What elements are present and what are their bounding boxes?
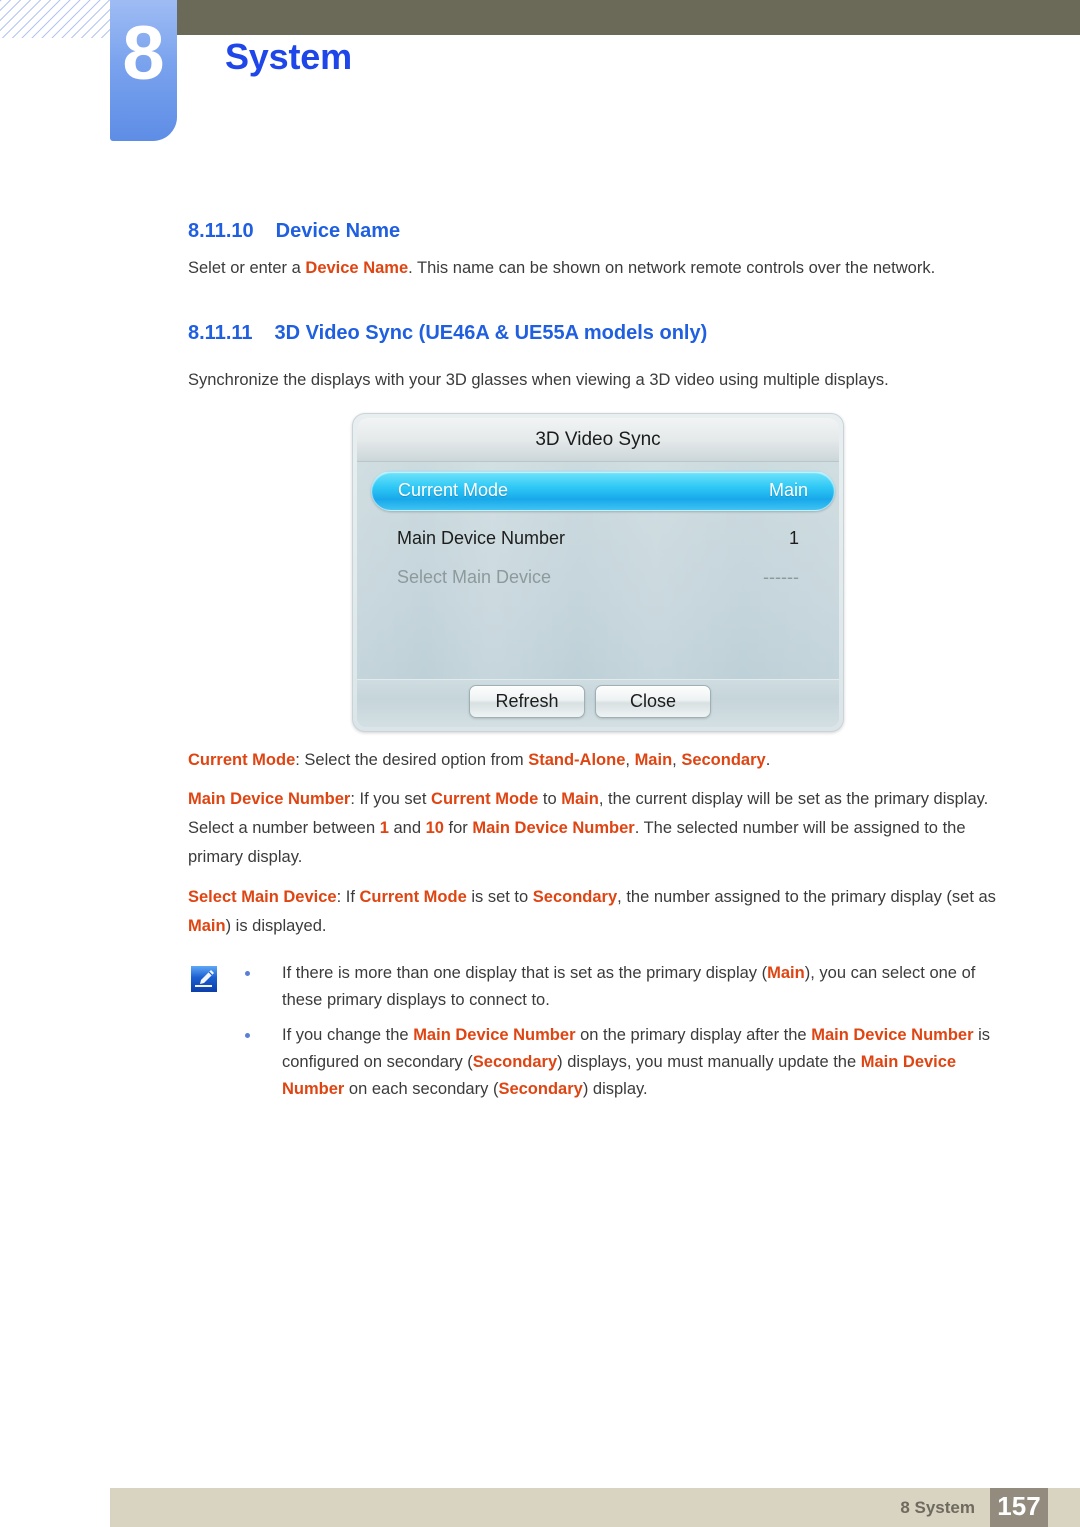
section-title: 3D Video Sync (UE46A & UE55A models only…	[274, 322, 708, 344]
keyword-number-ten: 10	[425, 819, 444, 837]
keyword-main: Main	[188, 917, 226, 935]
keyword-main-device-number: Main Device Number	[472, 819, 635, 837]
osd-footer: Refresh Close	[357, 679, 839, 727]
page-title: System	[225, 36, 352, 77]
section-heading-device-name: 8.11.10 Device Name	[188, 220, 400, 243]
osd-row-value: ------	[763, 567, 799, 587]
list-item: If there is more than one display that i…	[240, 960, 1010, 1014]
text-fragment: for	[443, 819, 473, 837]
note-list: If there is more than one display that i…	[240, 960, 1010, 1111]
keyword-main: Main	[561, 790, 599, 808]
page-footer: 8 System 157	[110, 1488, 1080, 1527]
text-fragment: ) is displayed.	[225, 917, 327, 935]
text-fragment: to	[538, 790, 562, 808]
osd-selection-highlight: Current Mode Main	[371, 471, 835, 511]
text-fragment: . This name can be shown on network remo…	[408, 259, 936, 277]
text-fragment: ) displays, you must manually update the	[557, 1053, 861, 1071]
osd-close-button[interactable]: Close	[595, 685, 711, 718]
section-heading-3d-video-sync: 8.11.11 3D Video Sync (UE46A & UE55A mode…	[188, 322, 707, 345]
osd-row-current-mode[interactable]: Current Mode Main	[357, 471, 839, 511]
chapter-badge: 8	[110, 0, 177, 141]
keyword-main-device-number: Main Device Number	[811, 1026, 974, 1044]
keyword-secondary: Secondary	[498, 1080, 583, 1098]
paragraph-3d-video-sync: Synchronize the displays with your 3D gl…	[188, 371, 889, 389]
header-olive-bar	[176, 0, 1080, 35]
paragraph-device-name: Selet or enter a Device Name. This name …	[188, 254, 1008, 283]
osd-title: 3D Video Sync	[535, 429, 661, 450]
keyword-secondary: Secondary	[532, 888, 618, 906]
text-fragment: on each secondary (	[344, 1080, 499, 1098]
text-fragment: ,	[625, 751, 635, 769]
osd-row-label: Select Main Device	[397, 567, 552, 587]
text-fragment: If there is more than one display that i…	[282, 964, 768, 982]
text-fragment: on the primary display after the	[575, 1026, 812, 1044]
note-pen-icon	[190, 965, 218, 993]
osd-inner-panel: 3D Video Sync Current Mode Main Main Dev…	[357, 418, 839, 727]
keyword-main-device-number: Main Device Number	[188, 790, 351, 808]
paragraph-current-mode: Current Mode: Select the desired option …	[188, 746, 1008, 775]
text-fragment: .	[765, 751, 771, 769]
osd-row-select-main-device: Select Main Device ------	[357, 559, 839, 598]
osd-refresh-button[interactable]: Refresh	[469, 685, 585, 718]
keyword-main: Main	[767, 964, 805, 982]
text-fragment: If you change the	[282, 1026, 414, 1044]
osd-row-value: Main	[768, 480, 808, 500]
footer-chapter-label: 8 System	[900, 1498, 975, 1517]
text-fragment: Selet or enter a	[188, 259, 306, 277]
keyword-secondary: Secondary	[681, 751, 766, 769]
text-fragment: is set to	[466, 888, 533, 906]
keyword-current-mode: Current Mode	[188, 751, 296, 769]
osd-body: Current Mode Main Main Device Number 1 S…	[357, 462, 839, 692]
osd-row-label: Main Device Number	[397, 528, 566, 548]
osd-row-main-device-number[interactable]: Main Device Number 1	[357, 520, 839, 559]
bullet-icon	[245, 1033, 250, 1038]
text-fragment: ,	[672, 751, 682, 769]
page-header: 8 System	[0, 0, 1080, 160]
decorative-hatch-pattern	[0, 0, 112, 38]
text-fragment: : If you set	[350, 790, 432, 808]
page-number: 157	[997, 1491, 1041, 1521]
text-fragment: ) display.	[582, 1080, 648, 1098]
chapter-number: 8	[122, 11, 165, 96]
bullet-icon	[245, 971, 250, 976]
section-title: Device Name	[275, 220, 401, 242]
keyword-secondary: Secondary	[472, 1053, 558, 1071]
text-fragment: , the number assigned to the primary dis…	[617, 888, 996, 906]
keyword-number-one: 1	[379, 819, 389, 837]
osd-dialog-3d-video-sync: 3D Video Sync Current Mode Main Main Dev…	[352, 413, 844, 732]
paragraph-main-device-number: Main Device Number: If you set Current M…	[188, 785, 1008, 872]
footer-page-box: 157	[990, 1488, 1048, 1527]
text-fragment: : If	[336, 888, 360, 906]
osd-row-label: Current Mode	[398, 480, 509, 500]
keyword-device-name: Device Name	[305, 259, 409, 277]
text-fragment: and	[388, 819, 426, 837]
keyword-main-device-number: Main Device Number	[413, 1026, 576, 1044]
keyword-select-main-device: Select Main Device	[188, 888, 337, 906]
section-number: 8.11.10	[188, 220, 254, 242]
list-item: If you change the Main Device Number on …	[240, 1022, 1010, 1103]
text-fragment: : Select the desired option from	[295, 751, 529, 769]
keyword-current-mode: Current Mode	[431, 790, 539, 808]
section-number: 8.11.11	[188, 322, 253, 344]
osd-row-value: 1	[788, 528, 799, 548]
osd-titlebar: 3D Video Sync	[357, 418, 839, 462]
paragraph-select-main-device: Select Main Device: If Current Mode is s…	[188, 883, 1008, 941]
keyword-main: Main	[634, 751, 673, 769]
keyword-stand-alone: Stand-Alone	[528, 751, 626, 769]
keyword-current-mode: Current Mode	[359, 888, 467, 906]
